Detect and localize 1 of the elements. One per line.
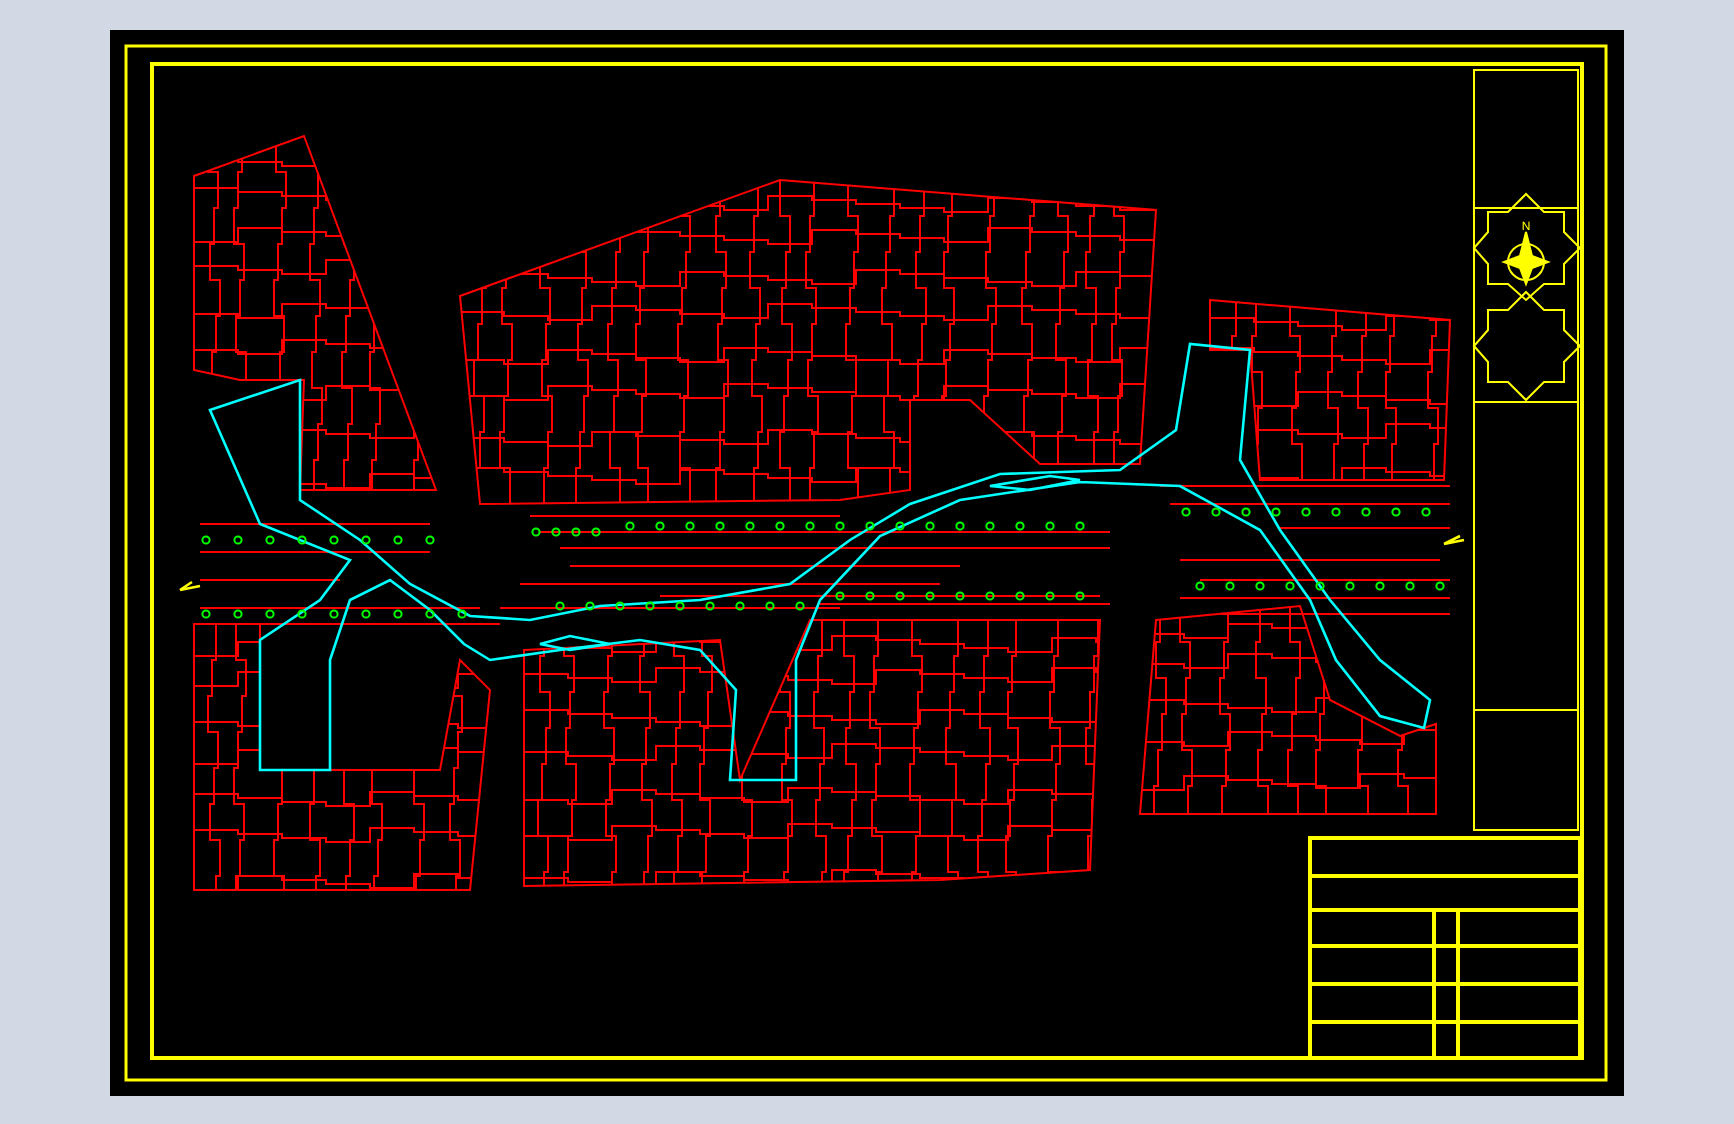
north-arrow-icon: [1472, 192, 1582, 402]
